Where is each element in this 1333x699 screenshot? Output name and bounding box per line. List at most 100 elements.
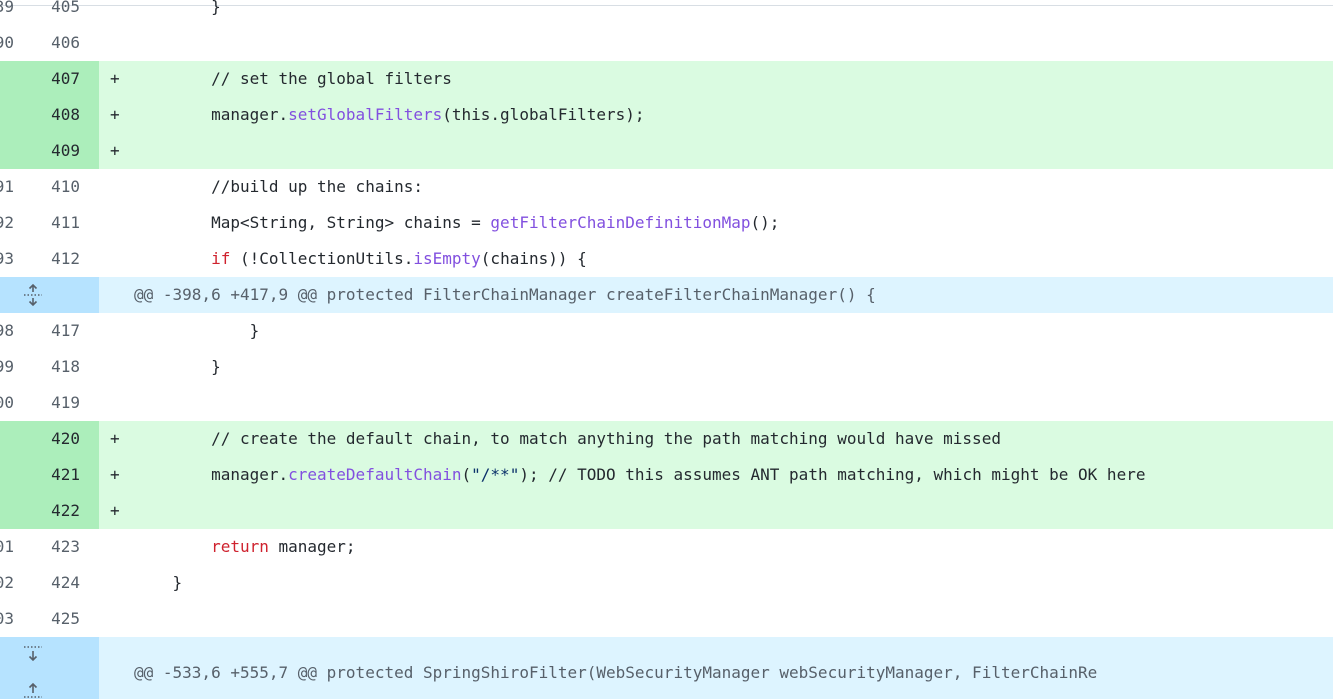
code-token: ( [461, 465, 472, 484]
new-line-number[interactable]: 406 [40, 25, 80, 61]
function-token: getFilterChainDefinitionMap [490, 213, 751, 232]
code-token: } [134, 321, 260, 340]
code-token: } [134, 0, 221, 16]
old-line-number[interactable] [0, 421, 14, 457]
new-line-number[interactable]: 423 [40, 529, 80, 565]
function-token: setGlobalFilters [288, 105, 443, 124]
old-line-number[interactable]: 90 [0, 25, 14, 61]
new-line-number[interactable]: 409 [40, 133, 80, 169]
old-line-number[interactable] [0, 133, 14, 169]
old-line-number[interactable]: 00 [0, 385, 14, 421]
old-line-number[interactable] [0, 493, 14, 529]
old-line-number[interactable]: 99 [0, 349, 14, 385]
code-text: } [134, 349, 1333, 385]
addition-marker: + [110, 141, 120, 160]
diff-view: 39 405 } 90 406407 + // set the global filte… [0, 0, 1333, 699]
code-text: } [134, 313, 1333, 349]
expand-both-icon[interactable] [21, 283, 45, 307]
new-line-number[interactable]: 411 [40, 205, 80, 241]
code-token: } [134, 357, 221, 376]
context-line: 03 425 [0, 601, 1333, 637]
addition-marker: + [110, 465, 120, 484]
code-token: //build up the chains: [134, 177, 423, 196]
code-token: // set the global filters [134, 69, 452, 88]
hunk-header-text: @@ -533,6 +555,7 @@ protected SpringShir… [134, 663, 1098, 682]
new-line-number[interactable]: 418 [40, 349, 80, 385]
new-line-number[interactable]: 408 [40, 97, 80, 133]
code-token: (chains)) { [480, 249, 587, 268]
new-line-number[interactable]: 417 [40, 313, 80, 349]
hunk-header: @@ -533,6 +555,7 @@ protected SpringShir… [0, 637, 1333, 699]
code-text: // set the global filters [134, 61, 1333, 97]
code-token: } [134, 573, 183, 592]
keyword-token: if [211, 249, 231, 268]
new-line-number[interactable]: 405 [40, 0, 80, 25]
context-line: 90 406 [0, 25, 1333, 61]
old-line-number[interactable]: 98 [0, 313, 14, 349]
added-line: 420 + // create the default chain, to mat… [0, 421, 1333, 457]
context-line: 92 411 Map<String, String> chains = getFi… [0, 205, 1333, 241]
code-token: manager. [134, 105, 289, 124]
code-token: manager; [268, 537, 356, 556]
code-token: manager. [134, 465, 289, 484]
new-line-number[interactable]: 412 [40, 241, 80, 277]
code-token: (this.globalFilters); [442, 105, 645, 124]
string-token: "/**" [471, 465, 520, 484]
new-line-number[interactable]: 425 [40, 601, 80, 637]
hunk-header-text: @@ -398,6 +417,9 @@ protected FilterChai… [134, 285, 876, 304]
new-line-number[interactable]: 410 [40, 169, 80, 205]
context-line: 02 424 } [0, 565, 1333, 601]
new-line-number[interactable]: 424 [40, 565, 80, 601]
added-line: 409 + [0, 133, 1333, 169]
old-line-number[interactable]: 92 [0, 205, 14, 241]
new-line-number[interactable]: 422 [40, 493, 80, 529]
expand-down-icon[interactable] [21, 643, 45, 667]
function-token: createDefaultChain [288, 465, 462, 484]
new-line-number[interactable]: 420 [40, 421, 80, 457]
old-line-number[interactable] [0, 61, 14, 97]
expand-up-icon[interactable] [21, 677, 45, 699]
code-token: ); // TODO this assumes ANT path matchin… [519, 465, 1146, 484]
old-line-number[interactable]: 02 [0, 565, 14, 601]
context-line: 99 418 } [0, 349, 1333, 385]
addition-marker: + [110, 69, 120, 88]
context-line: 93 412 if (!CollectionUtils.isEmpty(chain… [0, 241, 1333, 277]
old-line-number[interactable]: 01 [0, 529, 14, 565]
added-line: 407 + // set the global filters [0, 61, 1333, 97]
code-text: manager.createDefaultChain("/**"); // TO… [134, 457, 1333, 493]
new-line-number[interactable]: 407 [40, 61, 80, 97]
old-line-number[interactable] [0, 97, 14, 133]
code-text: } [134, 565, 1333, 601]
code-text: } [134, 0, 1333, 25]
context-line: 91 410 //build up the chains: [0, 169, 1333, 205]
context-line: 98 417 } [0, 313, 1333, 349]
code-text: manager.setGlobalFilters(this.globalFilt… [134, 97, 1333, 133]
code-text: return manager; [134, 529, 1333, 565]
code-token: // create the default chain, to match an… [134, 429, 1001, 448]
old-line-number[interactable]: 03 [0, 601, 14, 637]
code-text: //build up the chains: [134, 169, 1333, 205]
addition-marker: + [110, 105, 120, 124]
context-line: 01 423 return manager; [0, 529, 1333, 565]
old-line-number[interactable]: 39 [0, 0, 14, 25]
hunk-header: @@ -398,6 +417,9 @@ protected FilterChai… [0, 277, 1333, 313]
hunk-gutter [0, 637, 99, 699]
context-line: 39 405 } [0, 0, 1333, 25]
new-line-number[interactable]: 421 [40, 457, 80, 493]
code-token: (); [750, 213, 780, 232]
old-line-number[interactable]: 93 [0, 241, 14, 277]
context-line: 00 419 [0, 385, 1333, 421]
code-text: if (!CollectionUtils.isEmpty(chains)) { [134, 241, 1333, 277]
addition-marker: + [110, 429, 120, 448]
added-line: 408 + manager.setGlobalFilters(this.globa… [0, 97, 1333, 133]
new-line-number[interactable]: 419 [40, 385, 80, 421]
old-line-number[interactable] [0, 457, 14, 493]
old-line-number[interactable]: 91 [0, 169, 14, 205]
